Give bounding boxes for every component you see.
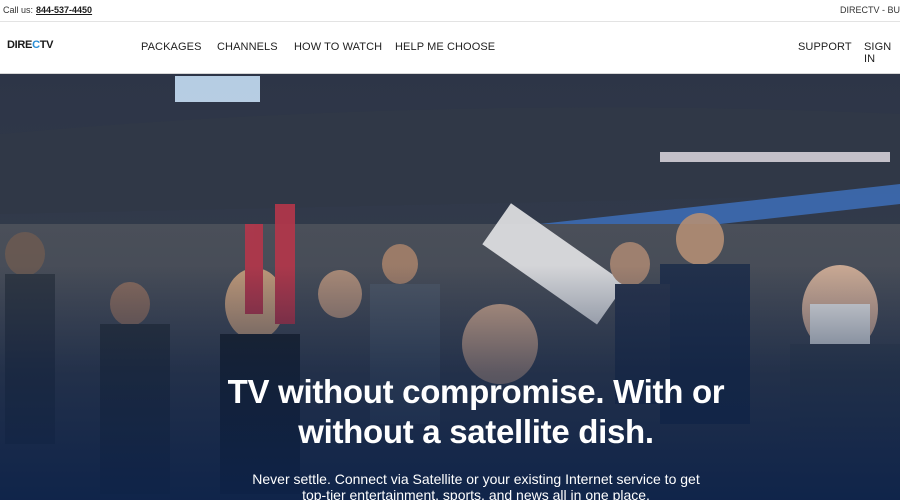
nav-channels[interactable]: CHANNELS [217, 41, 278, 53]
hero-headline: TV without compromise. With or without a… [227, 373, 725, 450]
directv-logo[interactable]: DIRECTV [7, 39, 54, 53]
logo-text-c: C [32, 39, 40, 51]
hero-banner: TV without compromise. With or without a… [0, 74, 900, 500]
nav-sign-in[interactable]: SIGN IN [864, 41, 900, 65]
nav-help-me-choose[interactable]: HELP ME CHOOSE [395, 41, 495, 53]
utility-right-link[interactable]: DIRECTV - BU [840, 5, 900, 15]
call-us: Call us: 844-537-4450 [3, 5, 92, 15]
utility-bar: Call us: 844-537-4450 DIRECTV - BU [0, 0, 900, 22]
nav-packages[interactable]: PACKAGES [141, 41, 202, 53]
hero-subheadline: Never settle. Connect via Satellite or y… [252, 471, 700, 500]
nav-support[interactable]: SUPPORT [798, 41, 852, 53]
nav-how-to-watch[interactable]: HOW TO WATCH [294, 41, 382, 53]
main-nav: DIRECTV PACKAGES CHANNELS HOW TO WATCH H… [0, 22, 900, 74]
phone-link[interactable]: 844-537-4450 [36, 5, 92, 15]
logo-text-suffix: TV [39, 39, 54, 51]
logo-text-prefix: DIRE [7, 39, 33, 51]
call-us-label: Call us: [3, 5, 34, 15]
